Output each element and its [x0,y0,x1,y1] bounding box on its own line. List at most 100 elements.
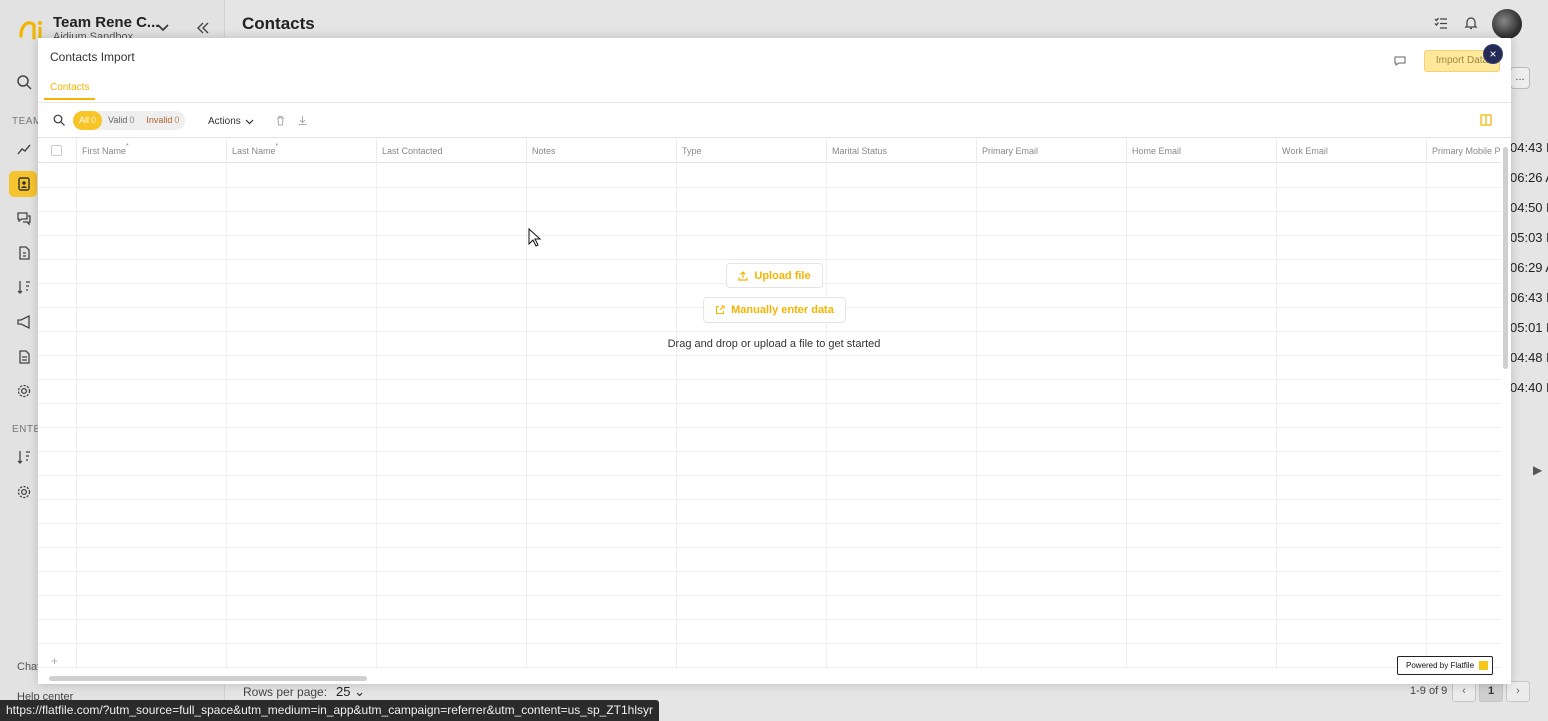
download-icon[interactable] [297,115,308,126]
filter-count: 0 [91,115,97,125]
bell-icon[interactable] [1464,16,1478,30]
filter-label: All [79,115,90,125]
column-header[interactable]: Notes [526,139,676,163]
columns-icon[interactable] [1480,114,1492,126]
data-grid: First Name* Last Name* Last Contacted No… [38,139,1501,669]
gear-icon[interactable] [16,383,32,399]
row-time: 04:40 P [1510,380,1548,395]
background-row-times: 04:43 P 06:26 A 04:50 P 05:03 P 06:29 A … [1510,135,1548,405]
modal-title: Contacts Import [50,50,135,64]
grid-column-line [1276,163,1277,669]
chevron-down-icon[interactable] [156,20,170,34]
grid-column-line [526,163,527,669]
grid-row-line [38,451,1501,452]
current-page-button[interactable]: 1 [1479,681,1503,702]
grid-row-line [38,355,1501,356]
gear-icon[interactable] [16,484,32,500]
grid-row-line [38,331,1501,332]
row-time: 04:50 P [1510,200,1548,215]
filter-invalid[interactable]: Invalid 0 [140,111,185,130]
empty-state-message: Drag and drop or upload a file to get st… [667,338,881,350]
grid-column-line [676,163,677,669]
document-dollar-icon[interactable] [16,245,32,261]
search-icon[interactable] [53,114,65,126]
row-time: 05:03 P [1510,230,1548,245]
team-name[interactable]: Team Rene C... [53,14,159,31]
column-header[interactable]: Primary Mobile P [1426,139,1501,163]
grid-row-line [38,379,1501,380]
grid-column-line [976,163,977,669]
prev-page-button[interactable]: ‹ [1452,681,1476,702]
chat-bubbles-icon[interactable] [16,210,32,226]
grid-column-line [1126,163,1127,669]
rows-per-page-label: Rows per page: [243,685,328,699]
contacts-import-modal: Contacts Import Import Data Contacts All… [38,38,1511,684]
rows-per-page-select[interactable]: 25 ⌄ [336,684,365,700]
row-time: 05:01 P [1510,320,1548,335]
chevron-right-icon[interactable]: ▶ [1533,463,1542,477]
grid-row-line [38,571,1501,572]
header-icons [1434,16,1478,30]
manually-enter-data-button[interactable]: Manually enter data [703,297,846,323]
column-header[interactable]: Primary Email [976,139,1126,163]
upload-file-button[interactable]: Upload file [726,263,823,288]
column-header[interactable]: Type [676,139,826,163]
chevron-down-icon [245,119,254,124]
grid-column-line [226,163,227,669]
select-all-checkbox[interactable] [51,145,62,156]
add-row-button[interactable]: + [51,654,58,668]
grid-toolbar: All 0 Valid 0 Invalid 0 Actions [38,103,1511,138]
grid-column-line [376,163,377,669]
sort-arrows-icon[interactable] [16,279,32,295]
flatfile-logo-icon [1479,661,1489,670]
actions-dropdown[interactable]: Actions [201,112,261,130]
close-modal-button[interactable]: × [1483,44,1503,64]
chevron-down-icon: ⌄ [354,684,365,699]
next-page-button[interactable]: › [1506,681,1530,702]
rows-per-page-value: 25 [336,684,351,699]
upload-file-label: Upload file [754,269,811,282]
grid-row-line [38,259,1501,260]
grid-row-line [38,499,1501,500]
grid-row-line [38,235,1501,236]
filter-all[interactable]: All 0 [73,111,103,130]
mouse-cursor-icon [528,228,542,247]
grid-column-line [76,163,77,669]
task-list-icon[interactable] [1434,16,1448,30]
vertical-scrollbar[interactable] [1503,147,1508,369]
chat-label[interactable]: Chat [17,661,40,673]
tab-contacts[interactable]: Contacts [44,78,96,100]
column-header[interactable]: Home Email [1126,139,1276,163]
trash-icon[interactable] [275,115,286,126]
filter-valid[interactable]: Valid 0 [102,111,140,130]
powered-by-flatfile[interactable]: Powered by Flatfile [1397,656,1494,675]
row-time: 06:26 A [1510,170,1548,185]
grid-row-line [38,211,1501,212]
search-icon[interactable] [16,74,32,90]
grid-header: First Name* Last Name* Last Contacted No… [38,139,1501,163]
megaphone-icon[interactable] [16,314,32,330]
document-icon[interactable] [16,349,32,365]
horizontal-scrollbar[interactable] [49,676,367,681]
column-header[interactable]: Work Email [1276,139,1426,163]
row-time: 04:43 P [1510,140,1548,155]
contacts-book-icon[interactable] [16,176,32,192]
message-icon[interactable] [1394,55,1406,67]
column-header[interactable]: Last Name* [226,139,376,163]
more-options-button[interactable]: ... [1510,67,1530,89]
collapse-sidebar-icon[interactable] [195,20,211,36]
upload-icon [738,270,748,281]
column-header[interactable]: First Name* [76,139,226,163]
column-header[interactable]: Last Contacted [376,139,526,163]
grid-column-line [826,163,827,669]
sort-arrows-icon[interactable] [16,449,32,465]
edit-external-icon [716,305,725,315]
row-time: 04:48 P [1510,350,1548,365]
user-avatar[interactable] [1492,9,1522,39]
grid-row-line [38,619,1501,620]
grid-row-line [38,643,1501,644]
chart-line-icon[interactable] [16,141,32,157]
filter-count: 0 [174,115,180,125]
column-header[interactable]: Marital Status [826,139,976,163]
grid-row-line [38,427,1501,428]
